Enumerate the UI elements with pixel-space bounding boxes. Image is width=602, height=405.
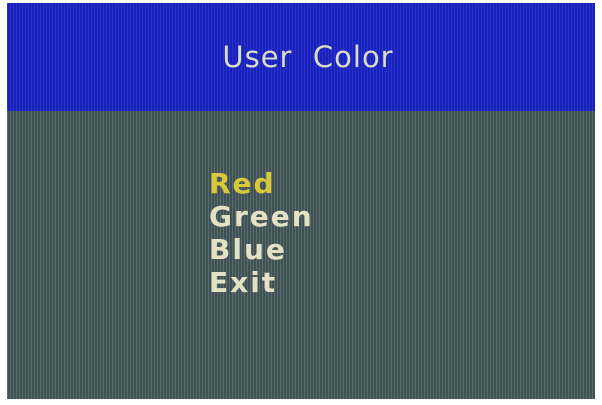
osd-header: User Color — [7, 3, 595, 111]
osd-title: User Color — [222, 40, 394, 74]
menu-item-exit[interactable]: Exit — [209, 266, 314, 299]
menu-item-red[interactable]: Red — [209, 167, 314, 200]
menu-item-green[interactable]: Green — [209, 200, 314, 233]
osd-menu-list: Red Green Blue Exit — [209, 167, 314, 299]
osd-menu-window: User Color Red Green Blue Exit — [7, 3, 595, 399]
menu-item-blue[interactable]: Blue — [209, 233, 314, 266]
